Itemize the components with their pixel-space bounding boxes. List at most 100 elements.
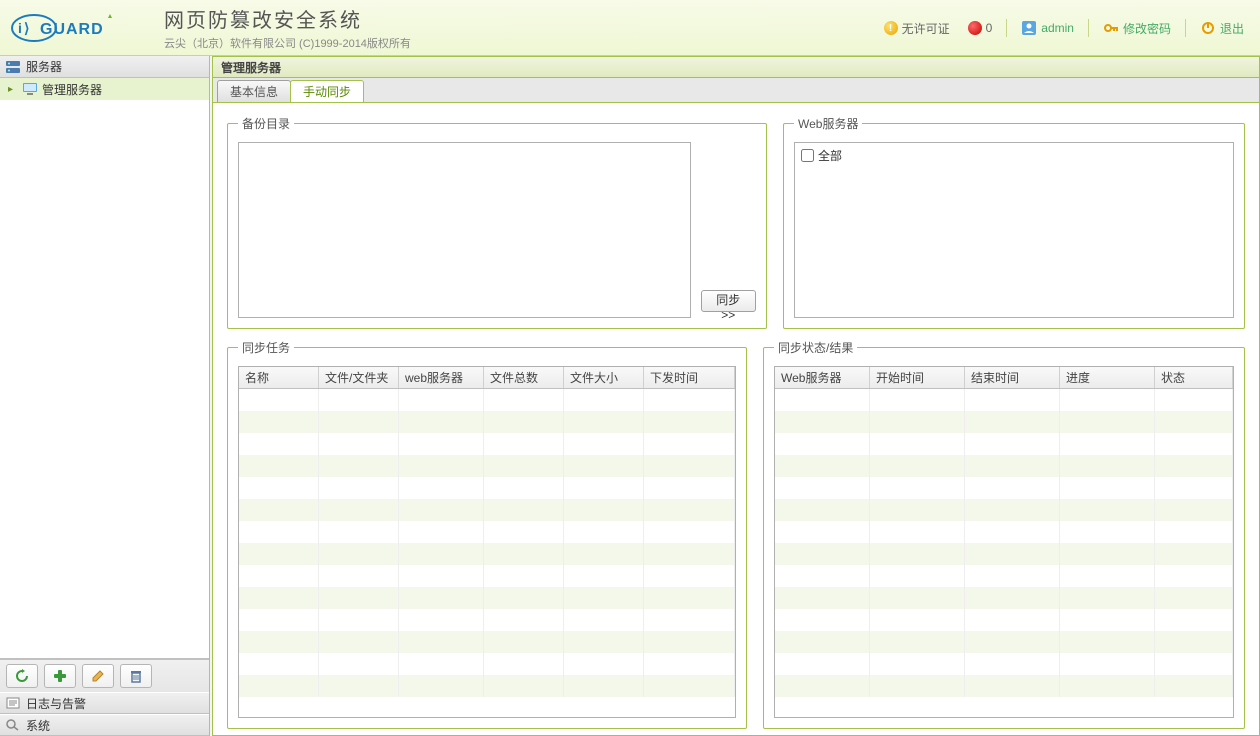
header-title-block: 网页防篡改安全系统 云尖（北京）软件有限公司 (C)1999-2014版权所有	[164, 4, 411, 51]
table-row[interactable]	[775, 477, 1233, 499]
table-row[interactable]	[775, 455, 1233, 477]
tab-basic-info[interactable]: 基本信息	[217, 80, 291, 102]
sync-button[interactable]: 同步>>	[701, 290, 756, 312]
col-file-total[interactable]: 文件总数	[484, 367, 564, 388]
table-row[interactable]	[775, 521, 1233, 543]
sidebar: 服务器 ▸ 管理服务器 日志与告警	[0, 56, 210, 736]
monitor-icon	[22, 82, 38, 96]
user-info[interactable]: admin	[1015, 20, 1080, 36]
table-row[interactable]	[775, 411, 1233, 433]
tab-manual-sync[interactable]: 手动同步	[290, 80, 364, 102]
tasks-grid-body[interactable]	[239, 389, 735, 717]
table-row[interactable]	[239, 433, 735, 455]
table-row[interactable]	[239, 521, 735, 543]
section-logs-label: 日志与告警	[26, 695, 86, 712]
pencil-icon	[90, 668, 106, 684]
table-row[interactable]	[239, 653, 735, 675]
status-grid-body[interactable]	[775, 389, 1233, 717]
col-web-server[interactable]: Web服务器	[775, 367, 870, 388]
col-dispatch-time[interactable]: 下发时间	[644, 367, 735, 388]
server-tree: ▸ 管理服务器	[0, 78, 209, 659]
status-grid-header: Web服务器 开始时间 结束时间 进度 状态	[775, 367, 1233, 389]
col-name[interactable]: 名称	[239, 367, 319, 388]
col-file-size[interactable]: 文件大小	[564, 367, 644, 388]
table-row[interactable]	[239, 389, 735, 411]
table-row[interactable]	[239, 455, 735, 477]
user-icon	[1021, 20, 1037, 36]
table-row[interactable]	[239, 631, 735, 653]
sync-status-fieldset: 同步状态/结果 Web服务器 开始时间 结束时间 进度 状态	[763, 339, 1245, 729]
backup-directory-fieldset: 备份目录 同步>>	[227, 115, 767, 329]
table-row[interactable]	[239, 477, 735, 499]
all-checkbox[interactable]	[801, 149, 814, 162]
table-row[interactable]	[239, 543, 735, 565]
trash-icon	[128, 668, 144, 684]
svg-text:i: i	[18, 20, 22, 36]
web-server-fieldset: Web服务器 全部	[783, 115, 1245, 329]
sidebar-section-logs[interactable]: 日志与告警	[0, 692, 209, 714]
username-link[interactable]: admin	[1041, 21, 1074, 35]
license-status[interactable]: ! 无许可证	[878, 20, 956, 37]
section-system-label: 系统	[26, 717, 50, 734]
col-status[interactable]: 状态	[1155, 367, 1233, 388]
refresh-icon	[14, 668, 30, 684]
license-label: 无许可证	[902, 20, 950, 37]
tree-arrow-icon: ▸	[8, 84, 18, 95]
change-password-link[interactable]: 修改密码	[1123, 20, 1171, 37]
alert-count[interactable]: 0	[962, 21, 999, 35]
col-file-folder[interactable]: 文件/文件夹	[319, 367, 399, 388]
refresh-button[interactable]	[6, 664, 38, 688]
web-legend: Web服务器	[794, 115, 862, 132]
logout-link[interactable]: 退出	[1220, 20, 1244, 37]
table-row[interactable]	[775, 543, 1233, 565]
col-progress[interactable]: 进度	[1060, 367, 1155, 388]
table-row[interactable]	[775, 389, 1233, 411]
delete-button[interactable]	[120, 664, 152, 688]
table-row[interactable]	[239, 675, 735, 697]
sidebar-section-servers[interactable]: 服务器	[0, 56, 209, 78]
add-button[interactable]	[44, 664, 76, 688]
col-end-time[interactable]: 结束时间	[965, 367, 1060, 388]
backup-directory-list[interactable]	[238, 142, 691, 318]
col-web-server[interactable]: web服务器	[399, 367, 484, 388]
logout[interactable]: 退出	[1194, 20, 1250, 37]
server-icon	[6, 61, 20, 73]
panel-title: 管理服务器	[212, 56, 1260, 78]
separator	[1185, 19, 1186, 37]
table-row[interactable]	[775, 587, 1233, 609]
app-header: i ⟩ GUARD 网页防篡改安全系统 云尖（北京）软件有限公司 (C)1999…	[0, 0, 1260, 56]
tree-item-management-server[interactable]: ▸ 管理服务器	[0, 78, 209, 100]
sidebar-section-system[interactable]: 系统	[0, 714, 209, 736]
table-row[interactable]	[775, 499, 1233, 521]
table-row[interactable]	[239, 499, 735, 521]
app-title: 网页防篡改安全系统	[164, 4, 411, 33]
alert-icon	[968, 21, 982, 35]
change-password[interactable]: 修改密码	[1097, 20, 1177, 37]
svg-text:GUARD: GUARD	[40, 21, 104, 38]
table-row[interactable]	[239, 411, 735, 433]
logo: i ⟩ GUARD	[10, 8, 150, 48]
all-checkbox-row[interactable]: 全部	[801, 147, 1227, 164]
table-row[interactable]	[239, 587, 735, 609]
svg-text:⟩: ⟩	[24, 20, 29, 36]
key-icon	[1103, 20, 1119, 36]
tab-content: 备份目录 同步>> Web服务器 全部	[212, 102, 1260, 736]
col-start-time[interactable]: 开始时间	[870, 367, 965, 388]
table-row[interactable]	[239, 609, 735, 631]
table-row[interactable]	[775, 675, 1233, 697]
header-right: ! 无许可证 0 admin 修改密码 退出	[878, 0, 1250, 56]
sync-tasks-fieldset: 同步任务 名称 文件/文件夹 web服务器 文件总数 文件大小 下发时间	[227, 339, 747, 729]
bottom-row: 同步任务 名称 文件/文件夹 web服务器 文件总数 文件大小 下发时间	[227, 339, 1245, 729]
magnifier-icon	[6, 719, 20, 731]
edit-button[interactable]	[82, 664, 114, 688]
table-row[interactable]	[775, 565, 1233, 587]
table-row[interactable]	[775, 609, 1233, 631]
web-server-list[interactable]: 全部	[794, 142, 1234, 318]
log-icon	[6, 697, 20, 709]
status-legend: 同步状态/结果	[774, 339, 857, 356]
table-row[interactable]	[775, 433, 1233, 455]
table-row[interactable]	[775, 653, 1233, 675]
backup-legend: 备份目录	[238, 115, 294, 132]
table-row[interactable]	[239, 565, 735, 587]
table-row[interactable]	[775, 631, 1233, 653]
